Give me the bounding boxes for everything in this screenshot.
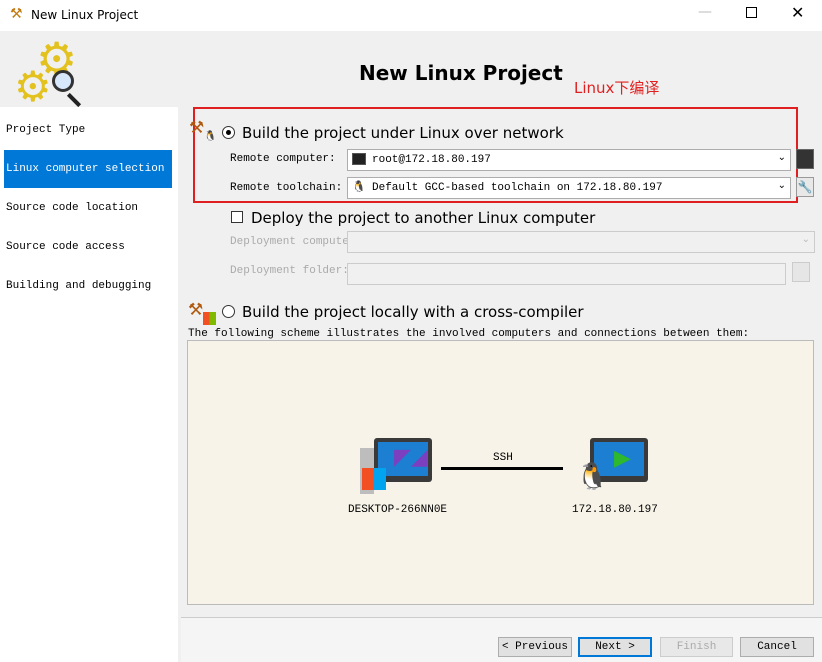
page-title: New Linux Project xyxy=(359,61,563,85)
deploy-label: Deploy the project to another Linux comp… xyxy=(251,209,596,227)
remote-toolchain-select[interactable]: 🐧 Default GCC-based toolchain on 172.18.… xyxy=(347,177,791,199)
windows-flag-icon xyxy=(203,312,216,325)
next-button[interactable]: Next > xyxy=(578,637,652,657)
chevron-down-icon: ⌄ xyxy=(801,234,810,245)
close-button[interactable]: ✕ xyxy=(791,3,804,22)
deployment-computer-label: Deployment computer: xyxy=(230,236,363,248)
terminal-icon xyxy=(352,153,366,165)
deploy-checkbox[interactable] xyxy=(231,211,243,223)
deployment-folder-input[interactable] xyxy=(347,263,786,285)
maximize-button[interactable] xyxy=(746,7,757,18)
ssh-label: SSH xyxy=(493,452,513,464)
window-title: New Linux Project xyxy=(31,8,139,22)
finish-button[interactable]: Finish xyxy=(660,637,733,657)
desktop-name: DESKTOP-266NN0E xyxy=(348,504,448,516)
title-bar: ⚒ New Linux Project — ✕ xyxy=(0,0,822,31)
ssh-connection-line xyxy=(441,467,563,470)
app-icon: ⚒ xyxy=(10,6,23,22)
remote-toolchain-value: Default GCC-based toolchain on 172.18.80… xyxy=(372,182,663,194)
tux-icon: 🐧 xyxy=(352,180,366,193)
local-build-radio[interactable] xyxy=(222,305,235,318)
play-icon: ▶ xyxy=(614,446,631,471)
terminal-button[interactable] xyxy=(796,149,814,169)
tux-icon: 🐧 xyxy=(204,131,217,142)
previous-button[interactable]: < Previous xyxy=(498,637,572,657)
remote-toolchain-label: Remote toolchain: xyxy=(230,182,343,194)
desktop-computer-icon: ◤◢ xyxy=(360,438,432,496)
sidebar-item-project-type[interactable]: Project Type xyxy=(4,111,172,149)
deployment-computer-select[interactable]: ⌄ xyxy=(347,231,815,253)
hammer-icon: ⚒ xyxy=(188,300,204,320)
magnifier-icon xyxy=(52,70,74,92)
wizard-logo: ⚙ ⚙ xyxy=(14,36,86,108)
wizard-sidebar: Project Type Linux computer selection So… xyxy=(0,107,178,662)
linux-computer-icon: ▶ 🐧 xyxy=(576,438,648,496)
remote-computer-select[interactable]: root@172.18.80.197 ⌄ xyxy=(347,149,791,171)
linux-tools-icon: ⚒ xyxy=(189,118,205,138)
cancel-button[interactable]: Cancel xyxy=(740,637,814,657)
chevron-down-icon: ⌄ xyxy=(777,180,786,191)
network-build-label: Build the project under Linux over netwo… xyxy=(242,124,564,142)
annotation-label: Linux下编译 xyxy=(574,79,660,97)
windows-flag-icon xyxy=(362,468,386,490)
browse-folder-button[interactable] xyxy=(792,262,810,282)
wrench-button[interactable]: 🔧 xyxy=(796,177,814,197)
sidebar-item-source-code-location[interactable]: Source code location xyxy=(4,189,172,227)
sidebar-item-linux-computer-selection[interactable]: Linux computer selection xyxy=(4,150,172,188)
gear-icon: ⚙ xyxy=(14,62,52,111)
scheme-panel: ◤◢ DESKTOP-266NN0E SSH ▶ 🐧 172.18.80.197 xyxy=(187,340,814,605)
scheme-caption: The following scheme illustrates the inv… xyxy=(188,328,750,340)
chevron-down-icon: ⌄ xyxy=(777,152,786,163)
remote-computer-value: root@172.18.80.197 xyxy=(372,154,491,166)
sidebar-item-building-and-debugging[interactable]: Building and debugging xyxy=(4,267,172,305)
linux-ip-label: 172.18.80.197 xyxy=(572,504,658,516)
local-build-label: Build the project locally with a cross-c… xyxy=(242,303,584,321)
remote-computer-label: Remote computer: xyxy=(230,153,336,165)
sidebar-item-source-code-access[interactable]: Source code access xyxy=(4,228,172,266)
deployment-folder-label: Deployment folder: xyxy=(230,265,349,277)
tux-icon: 🐧 xyxy=(576,462,609,492)
minimize-icon: — xyxy=(698,4,712,20)
visual-studio-icon: ◤◢ xyxy=(394,445,428,470)
magnifier-handle xyxy=(66,92,82,108)
network-build-radio[interactable] xyxy=(222,126,235,139)
